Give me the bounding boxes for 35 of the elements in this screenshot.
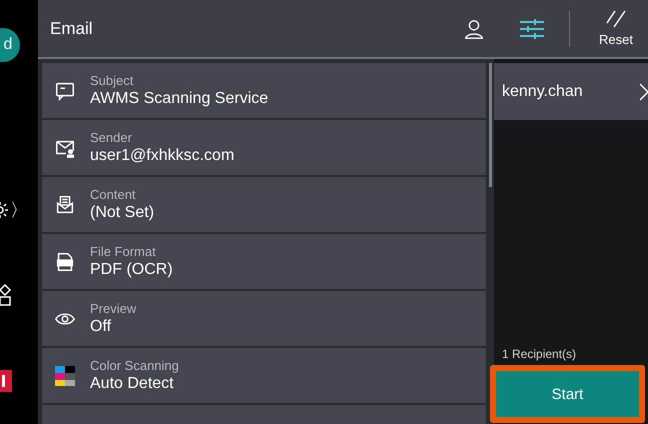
recipient-count: 1 Recipient(s): [502, 347, 578, 361]
setting-label: File Format: [90, 244, 157, 259]
setting-value: AWMS Scanning Service: [90, 90, 268, 108]
setting-label: Color Scanning: [90, 358, 179, 373]
person-icon: [463, 18, 485, 40]
setting-row[interactable]: File Format PDF (OCR): [42, 234, 486, 289]
chevron-right-icon: [640, 82, 648, 102]
open-envelope-icon: [54, 194, 76, 216]
color-squares-icon: [54, 364, 76, 386]
setting-value: (Not Set): [90, 204, 154, 222]
setting-value: Off: [90, 318, 112, 336]
recipient-item[interactable]: kenny.chan: [494, 63, 648, 120]
setting-row[interactable]: Content (Not Set): [42, 177, 486, 232]
user-avatar[interactable]: d: [0, 28, 20, 62]
setting-value: Auto Detect: [90, 375, 175, 393]
page-title: Email: [50, 18, 94, 38]
chevron-icon[interactable]: 〉: [10, 198, 28, 222]
setting-value: user1@fxhkksc.com: [90, 147, 234, 165]
sliders-icon: [519, 18, 545, 40]
setting-label: Preview: [90, 301, 136, 316]
setting-label: Sender: [90, 130, 133, 145]
document-icon: [54, 250, 76, 272]
scrollbar-thumb[interactable]: [488, 63, 492, 187]
reset-icon: [606, 10, 626, 28]
setting-row[interactable]: Color Scanning Auto Detect: [42, 348, 486, 403]
setting-row[interactable]: Subject AWMS Scanning Service: [42, 63, 486, 118]
setting-value: PDF (OCR): [90, 261, 173, 279]
reset-button[interactable]: Reset: [584, 10, 648, 47]
app-tile-icon[interactable]: [0, 370, 12, 392]
shapes-icon[interactable]: [0, 284, 12, 306]
setting-row[interactable]: Preview Off: [42, 291, 486, 346]
start-button[interactable]: Start: [490, 365, 645, 423]
setting-label: Subject: [90, 73, 134, 88]
setting-row[interactable]: Sender user1@fxhkksc.com: [42, 120, 486, 175]
setting-label: Content: [90, 187, 137, 202]
